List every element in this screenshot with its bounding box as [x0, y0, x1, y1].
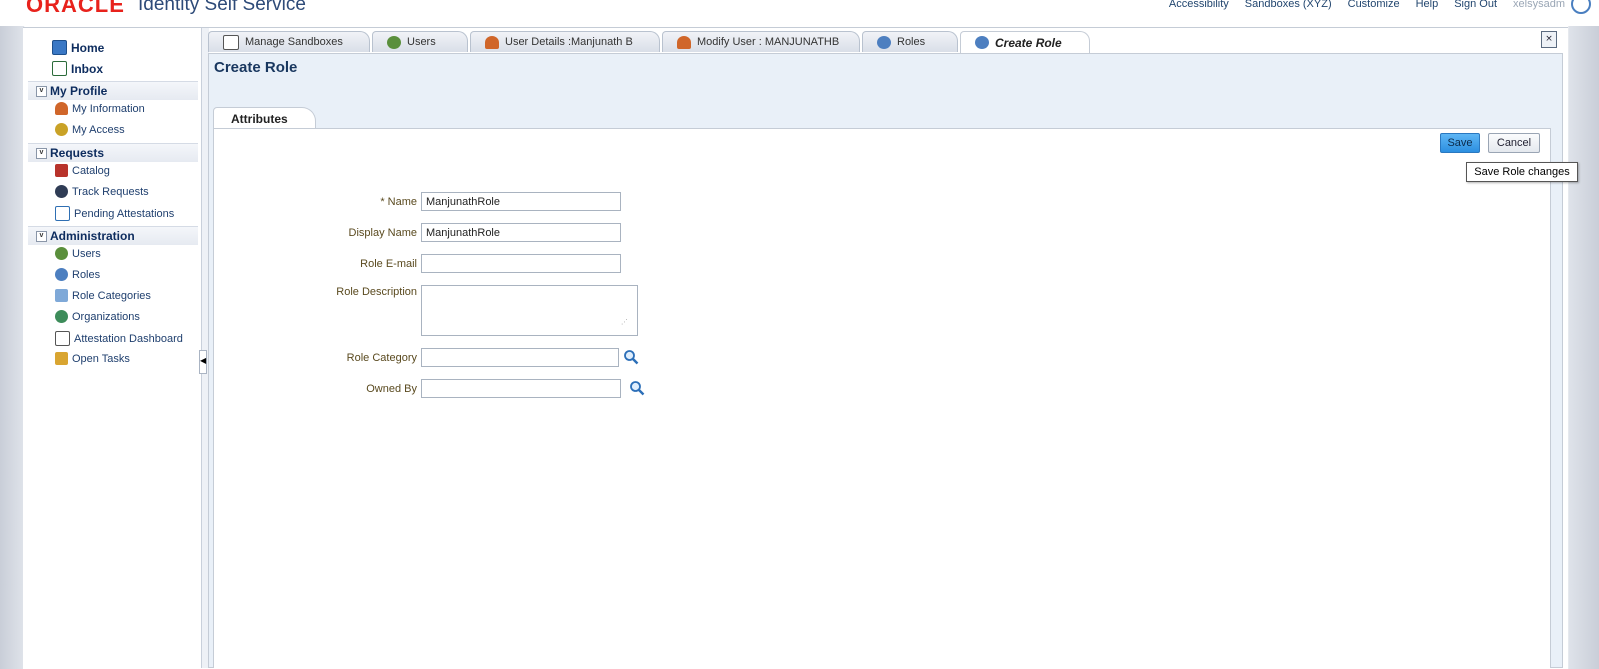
sandboxes-link[interactable]: Sandboxes (XYZ) [1245, 0, 1332, 10]
tab-user-details[interactable]: User Details :Manjunath B [470, 31, 660, 52]
sandbox-icon [223, 34, 239, 50]
nav-roles[interactable]: Roles [55, 268, 100, 281]
customize-link[interactable]: Customize [1348, 0, 1400, 10]
sign-out-link[interactable]: Sign Out [1454, 0, 1497, 10]
role-email-field[interactable] [421, 254, 621, 273]
users-icon [387, 35, 401, 49]
section-requests[interactable]: v Requests [28, 143, 198, 162]
tab-manage-sandboxes[interactable]: Manage Sandboxes [208, 31, 370, 52]
binoculars-icon [55, 185, 68, 198]
person-icon [677, 35, 691, 49]
form-panel [213, 128, 1551, 668]
role-category-label: Role Category [346, 352, 417, 364]
roles-icon [877, 35, 891, 49]
tasks-icon [55, 352, 68, 365]
roles-icon [55, 268, 68, 281]
nav-pending-attestations[interactable]: Pending Attestations [55, 206, 174, 221]
cancel-button[interactable]: Cancel [1488, 133, 1540, 153]
organization-icon [55, 310, 68, 323]
role-description-label: Role Description [336, 286, 417, 298]
role-category-search-icon[interactable] [623, 349, 639, 365]
global-links: Accessibility Sandboxes (XYZ) Customize … [1169, 0, 1565, 10]
nav-users[interactable]: Users [55, 247, 101, 260]
nav-home[interactable]: Home [52, 40, 104, 55]
collapse-nav-button[interactable]: ◀ [199, 350, 207, 374]
section-administration[interactable]: v Administration [28, 226, 198, 245]
home-icon [52, 40, 67, 55]
nav-attestation-dashboard[interactable]: Attestation Dashboard [55, 331, 183, 346]
tab-users[interactable]: Users [372, 31, 468, 52]
tab-modify-user[interactable]: Modify User : MANJUNATHB [662, 31, 860, 52]
username: xelsysadm [1513, 0, 1565, 10]
key-person-icon [55, 123, 68, 136]
nav-organizations[interactable]: Organizations [55, 310, 140, 323]
tab-attributes[interactable]: Attributes [213, 107, 316, 129]
inbox-icon [52, 61, 67, 76]
display-name-label: Display Name [348, 227, 417, 239]
role-category-field[interactable] [421, 348, 619, 367]
help-link[interactable]: Help [1416, 0, 1439, 10]
nav-my-access[interactable]: My Access [55, 123, 125, 136]
page-title: Create Role [214, 59, 298, 76]
users-icon [55, 247, 68, 260]
chevron-down-icon: v [36, 85, 47, 97]
nav-catalog[interactable]: Catalog [55, 164, 110, 177]
roles-icon [975, 36, 989, 49]
app-title: Identity Self Service [138, 0, 306, 15]
role-description-field[interactable] [421, 285, 638, 336]
nav-track-requests[interactable]: Track Requests [55, 185, 149, 198]
person-icon [485, 35, 499, 49]
resize-grip-icon[interactable]: ⋰ [621, 318, 630, 327]
tab-strip: Manage Sandboxes Users User Details :Man… [208, 31, 1568, 53]
section-my-profile[interactable]: v My Profile [28, 81, 198, 100]
nav-my-information[interactable]: My Information [55, 102, 145, 115]
owned-by-field[interactable] [421, 379, 621, 398]
role-categories-icon [55, 289, 68, 302]
tab-roles[interactable]: Roles [862, 31, 958, 52]
nav-role-categories[interactable]: Role Categories [55, 289, 151, 302]
close-tab-icon[interactable]: × [1541, 31, 1557, 48]
left-nav: Home Inbox v My Profile My Information M… [23, 28, 201, 668]
owned-by-search-icon[interactable] [629, 380, 645, 396]
oracle-logo: ORACLE [26, 0, 125, 17]
chevron-down-icon: v [36, 230, 47, 242]
name-field[interactable] [421, 192, 621, 211]
owned-by-label: Owned By [366, 383, 417, 395]
clipboard-check-icon [55, 206, 70, 221]
display-name-field[interactable] [421, 223, 621, 242]
nav-inbox[interactable]: Inbox [52, 61, 103, 76]
accessibility-link[interactable]: Accessibility [1169, 0, 1229, 10]
book-icon [55, 164, 68, 177]
chevron-down-icon: v [36, 147, 47, 159]
dashboard-icon [55, 331, 70, 346]
tab-create-role[interactable]: Create Role [960, 31, 1090, 53]
person-icon [55, 102, 68, 115]
save-tooltip: Save Role changes [1466, 162, 1578, 182]
save-button[interactable]: Save [1440, 133, 1480, 153]
name-label: * Name [380, 196, 417, 208]
role-email-label: Role E-mail [360, 258, 417, 270]
nav-open-tasks[interactable]: Open Tasks [55, 352, 130, 365]
